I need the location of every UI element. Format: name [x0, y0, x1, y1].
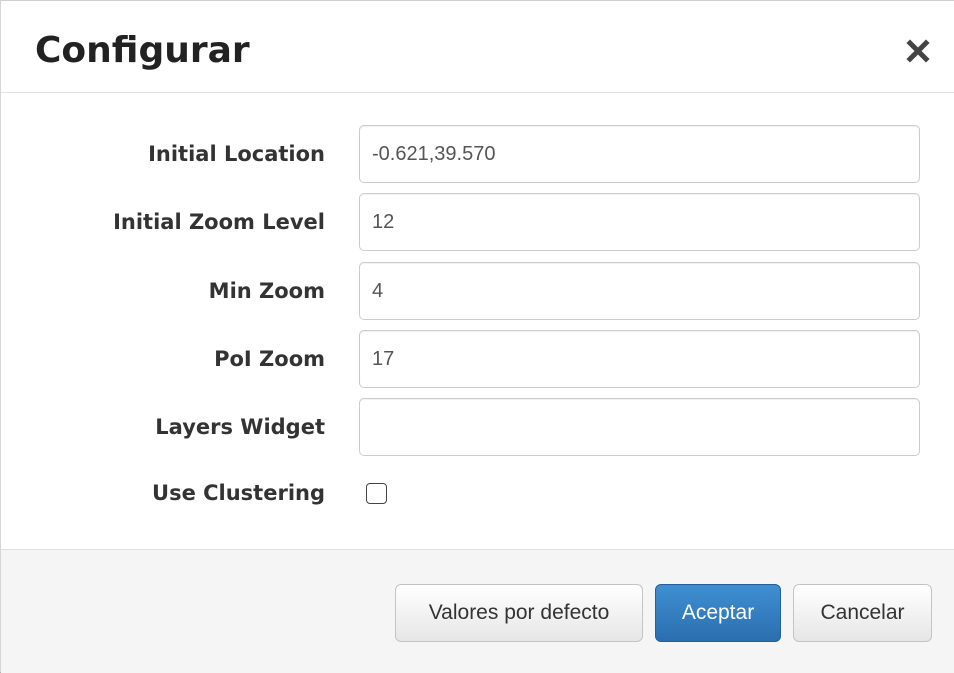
cancel-button[interactable]: Cancelar: [793, 584, 932, 642]
defaults-button[interactable]: Valores por defecto: [395, 584, 643, 642]
layers-widget-label: Layers Widget: [155, 415, 325, 439]
initial-location-input[interactable]: [359, 125, 920, 183]
min-zoom-label: Min Zoom: [208, 279, 325, 303]
close-icon: [906, 39, 930, 63]
min-zoom-input[interactable]: [359, 262, 920, 320]
dialog-footer: Valores por defecto Aceptar Cancelar: [1, 549, 954, 673]
config-dialog: Configurar Initial Location Initial Zoom…: [0, 0, 954, 673]
close-button[interactable]: [901, 31, 935, 71]
dialog-title: Configurar: [35, 30, 250, 71]
initial-location-label: Initial Location: [148, 142, 325, 166]
initial-zoom-label: Initial Zoom Level: [113, 210, 325, 234]
form-row-use-clustering: Use Clustering: [1, 464, 954, 522]
initial-zoom-input[interactable]: [359, 193, 920, 251]
form-row-layers-widget: Layers Widget: [1, 398, 954, 456]
dialog-header: Configurar: [1, 1, 954, 93]
form-row-initial-location: Initial Location: [1, 125, 954, 183]
accept-button[interactable]: Aceptar: [655, 584, 781, 642]
use-clustering-checkbox[interactable]: [366, 483, 387, 504]
form-row-initial-zoom: Initial Zoom Level: [1, 193, 954, 251]
use-clustering-label: Use Clustering: [152, 481, 325, 505]
form-row-poi-zoom: PoI Zoom: [1, 330, 954, 388]
layers-widget-input[interactable]: [359, 398, 920, 456]
poi-zoom-input[interactable]: [359, 330, 920, 388]
poi-zoom-label: PoI Zoom: [214, 347, 325, 371]
form-row-min-zoom: Min Zoom: [1, 262, 954, 320]
